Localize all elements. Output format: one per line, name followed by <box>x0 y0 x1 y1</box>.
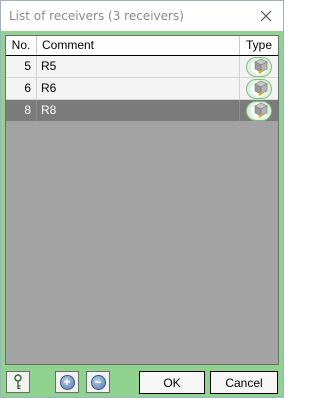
row-comment: R5 <box>37 56 240 77</box>
header-no[interactable]: No. <box>6 36 37 55</box>
receiver-icon <box>246 78 272 99</box>
receiver-icon <box>246 56 272 77</box>
close-icon <box>260 10 272 22</box>
table-row[interactable]: 6 R6 <box>6 78 278 100</box>
cancel-button[interactable]: Cancel <box>210 371 278 394</box>
table-row[interactable]: 5 R5 <box>6 56 278 78</box>
receiver-icon <box>246 100 272 121</box>
window-title: List of receivers (3 receivers) <box>9 9 184 23</box>
table-header: No. Comment Type <box>6 36 278 56</box>
add-receiver-button[interactable]: + <box>55 371 79 393</box>
key-button[interactable] <box>6 371 30 393</box>
key-icon <box>14 374 22 390</box>
row-type <box>240 56 278 77</box>
row-comment: R8 <box>37 100 240 121</box>
remove-receiver-button[interactable]: − <box>86 371 110 393</box>
row-type <box>240 100 278 121</box>
row-comment: R6 <box>37 78 240 99</box>
row-no: 5 <box>6 56 37 77</box>
title-bar: List of receivers (3 receivers) <box>1 1 283 31</box>
header-comment[interactable]: Comment <box>37 36 240 55</box>
ok-button[interactable]: OK <box>139 371 205 394</box>
plus-circle-icon: + <box>59 374 75 390</box>
receivers-list[interactable]: No. Comment Type 5 R5 6 R6 8 R8 <box>5 35 279 365</box>
row-type <box>240 78 278 99</box>
dialog-window: List of receivers (3 receivers) No. Comm… <box>0 0 284 398</box>
minus-circle-icon: − <box>90 374 106 390</box>
row-no: 8 <box>6 100 37 121</box>
table-row-selected[interactable]: 8 R8 <box>6 100 278 121</box>
header-type[interactable]: Type <box>240 36 278 55</box>
close-button[interactable] <box>257 7 275 25</box>
row-no: 6 <box>6 78 37 99</box>
button-bar: + − OK Cancel <box>1 369 283 397</box>
